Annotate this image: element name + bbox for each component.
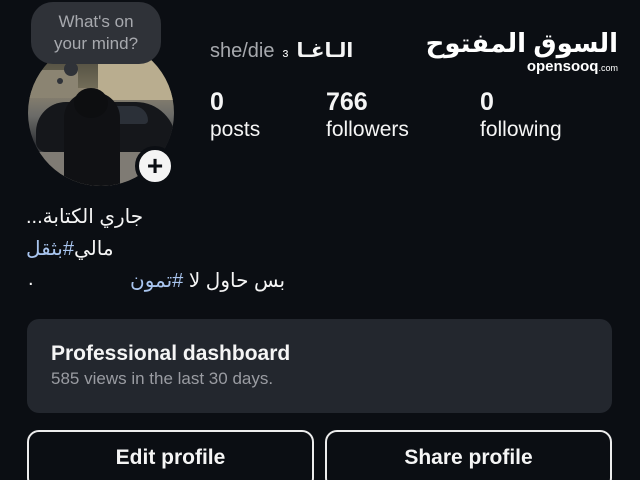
note-bubble-tail bbox=[64, 62, 78, 76]
avatar-building bbox=[98, 60, 174, 100]
display-name: الـاغـا bbox=[296, 40, 354, 62]
posts-count: 0 bbox=[210, 88, 224, 116]
pronouns: she/die bbox=[210, 40, 275, 62]
followers-label: followers bbox=[326, 118, 409, 141]
add-story-icon[interactable]: + bbox=[135, 146, 175, 186]
share-profile-button[interactable]: Share profile bbox=[325, 430, 612, 480]
dashboard-subtitle: 585 views in the last 30 days. bbox=[51, 369, 274, 388]
hashtag-link[interactable]: #بثقل bbox=[26, 238, 74, 260]
logo-suffix: .com bbox=[598, 63, 618, 73]
logo-arabic: السوق المفتوح bbox=[425, 28, 618, 58]
edit-profile-button[interactable]: Edit profile bbox=[27, 430, 314, 480]
note-bubble[interactable]: What's on your mind? bbox=[31, 2, 161, 64]
bio-dot: . bbox=[28, 268, 34, 290]
name-row: she/die ɜ الـاغـا bbox=[210, 38, 353, 63]
bio-line-1: جاري الكتابة... bbox=[26, 206, 144, 228]
stat-posts[interactable]: 0 posts bbox=[210, 88, 260, 144]
following-label: following bbox=[480, 118, 562, 141]
bio-line-2: مالي#بثقل bbox=[26, 236, 114, 261]
bio-line-2-text: مالي bbox=[74, 238, 114, 260]
note-bubble-tail-small bbox=[57, 78, 63, 84]
posts-label: posts bbox=[210, 118, 261, 141]
logo-latin-text: opensooq bbox=[526, 58, 599, 75]
avatar-head bbox=[74, 88, 108, 118]
profile-screen: What's on your mind? + she/die ɜ الـاغـا… bbox=[0, 0, 640, 480]
bio-line-3-text: بس حاول لا bbox=[183, 270, 286, 292]
opensooq-logo: السوق المفتوح opensooq.com bbox=[426, 28, 618, 77]
followers-count: 766 bbox=[326, 88, 368, 116]
note-text: What's on your mind? bbox=[53, 12, 139, 53]
following-count: 0 bbox=[480, 88, 494, 116]
logo-latin: opensooq.com bbox=[426, 58, 618, 77]
bio-line-3: بس حاول لا #تمون bbox=[130, 268, 285, 293]
name-mark: ɜ bbox=[282, 45, 289, 60]
stat-following[interactable]: 0 following bbox=[480, 88, 562, 144]
stat-followers[interactable]: 766 followers bbox=[326, 88, 409, 144]
dashboard-title: Professional dashboard bbox=[51, 342, 291, 365]
professional-dashboard[interactable]: Professional dashboard 585 views in the … bbox=[27, 319, 612, 413]
hashtag-link-2[interactable]: #تمون bbox=[130, 270, 183, 292]
